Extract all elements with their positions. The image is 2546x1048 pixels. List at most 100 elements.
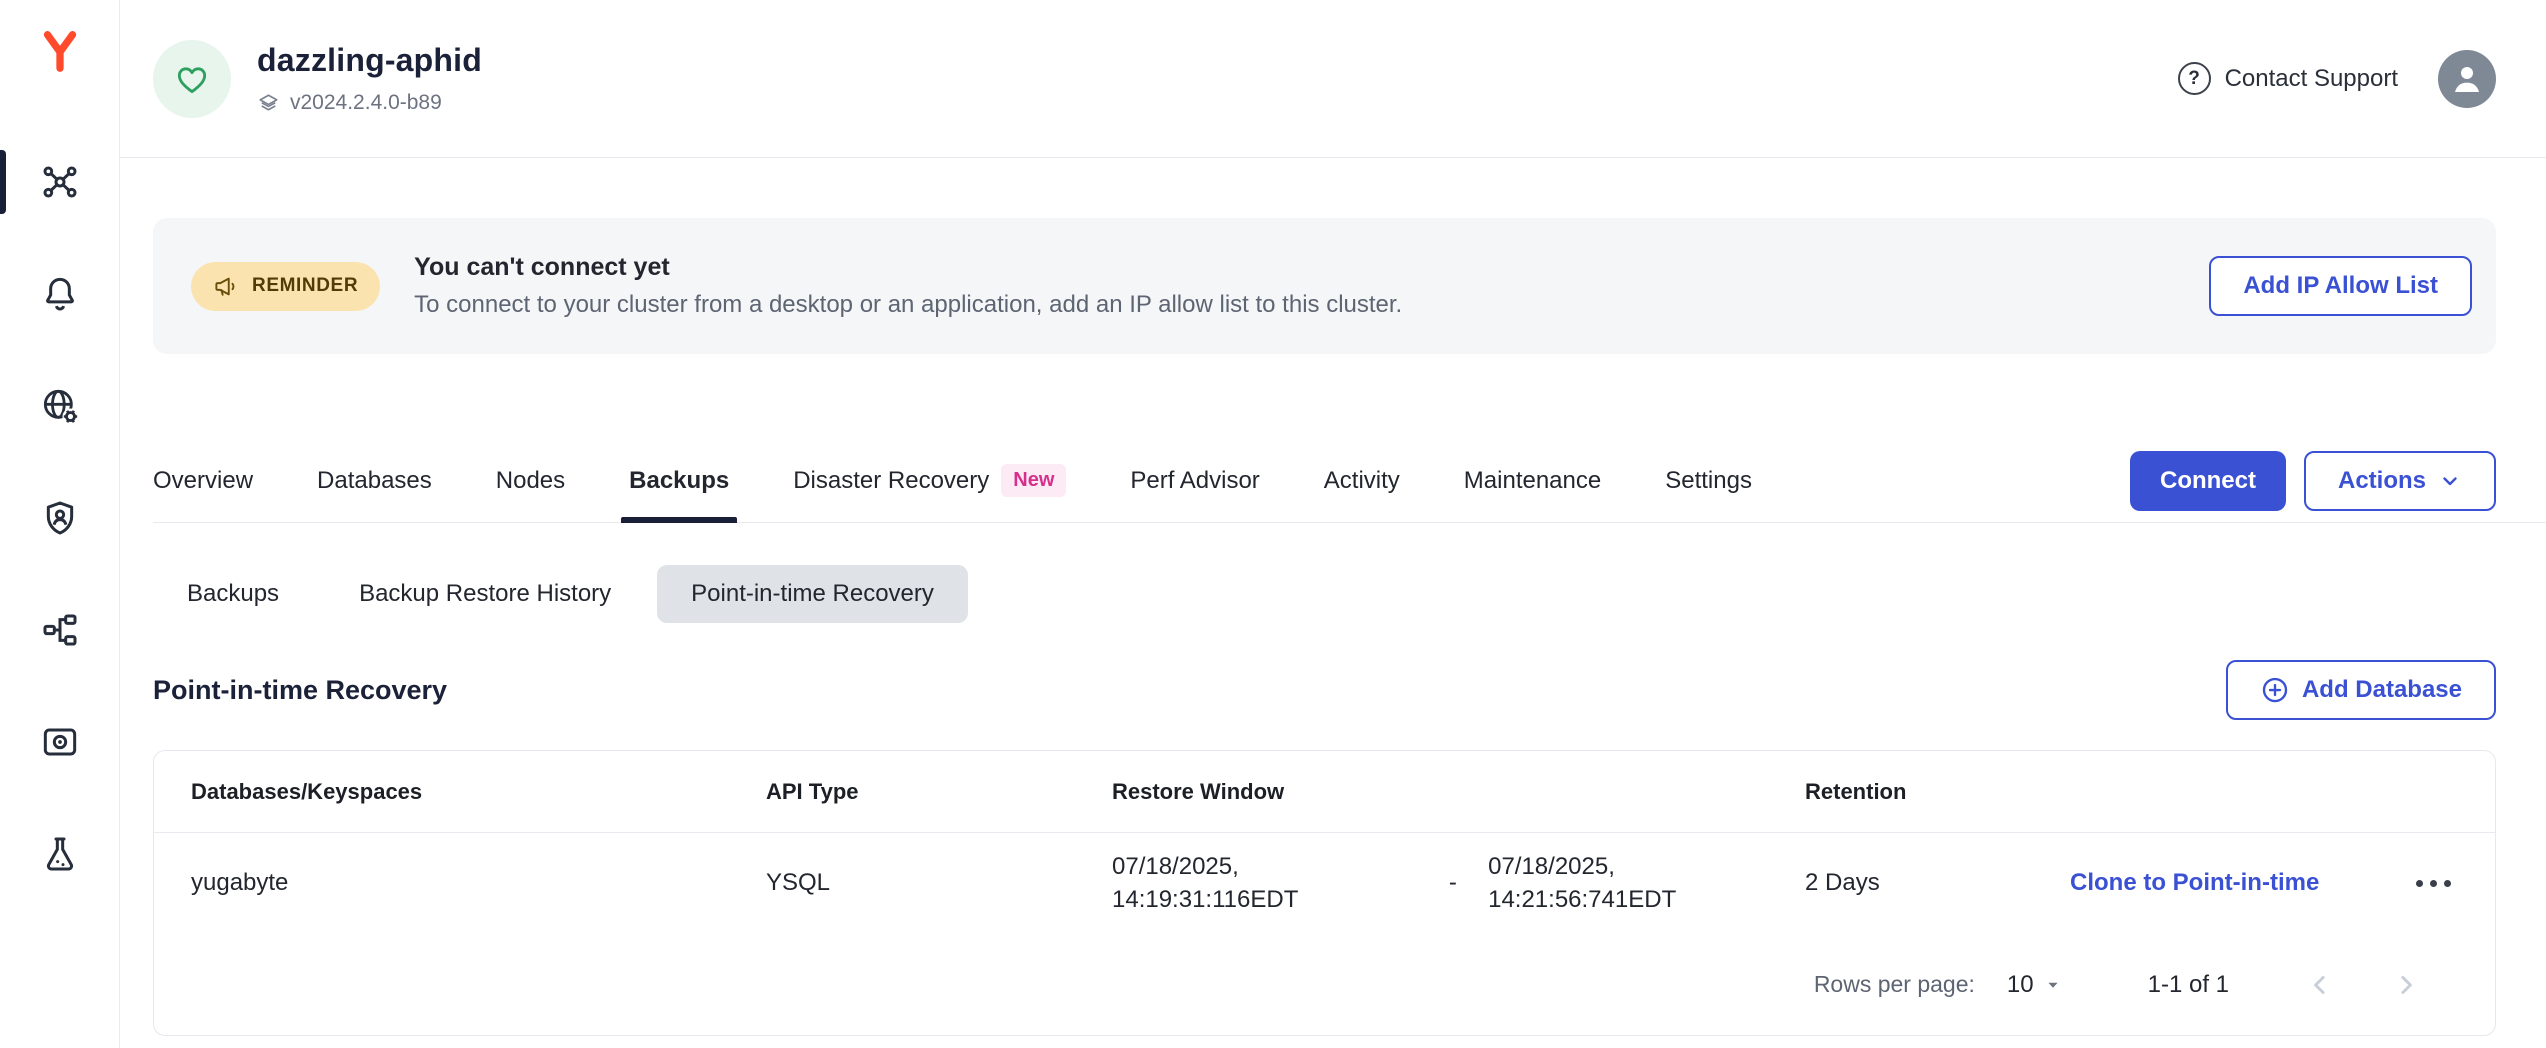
- sidebar-item-alerts[interactable]: [28, 262, 92, 326]
- tab-nodes[interactable]: Nodes: [496, 439, 565, 523]
- header-right: ? Contact Support: [2178, 50, 2496, 108]
- add-database-label: Add Database: [2302, 676, 2462, 704]
- restore-from-date: 07/18/2025,: [1112, 850, 1429, 883]
- tab-databases[interactable]: Databases: [317, 439, 432, 523]
- heart-icon: [172, 59, 212, 99]
- restore-window-to: 07/18/2025, 14:21:56:741EDT: [1488, 850, 1805, 916]
- column-header-databases: Databases/Keyspaces: [191, 779, 766, 805]
- megaphone-icon: [213, 273, 240, 300]
- yugabyte-logo[interactable]: [37, 28, 83, 74]
- sidebar-active-indicator: [0, 150, 6, 214]
- tab-settings[interactable]: Settings: [1665, 439, 1752, 523]
- tab-label: Perf Advisor: [1130, 467, 1259, 495]
- cluster-version: v2024.2.4.0-b89: [290, 91, 442, 115]
- sidebar-nav: [28, 150, 92, 886]
- actions-button-label: Actions: [2338, 467, 2426, 495]
- pitr-table-card: Databases/Keyspaces API Type Restore Win…: [153, 750, 2496, 1036]
- workflow-icon: [40, 610, 80, 650]
- row-menu-button[interactable]: [2410, 868, 2457, 899]
- restore-to-time: 14:21:56:741EDT: [1488, 883, 1805, 916]
- cell-database: yugabyte: [191, 869, 766, 897]
- select-arrow-icon: [2042, 974, 2064, 996]
- tab-label: Maintenance: [1464, 467, 1601, 495]
- cluster-title-block: dazzling-aphid v2024.2.4.0-b89: [257, 42, 482, 115]
- chevron-left-icon: [2305, 970, 2335, 1000]
- chevron-right-icon: [2391, 970, 2421, 1000]
- table-header-row: Databases/Keyspaces API Type Restore Win…: [154, 751, 2495, 833]
- clone-to-point-in-time-link[interactable]: Clone to Point-in-time: [2070, 869, 2319, 897]
- tab-label: Databases: [317, 467, 432, 495]
- restore-window-from: 07/18/2025, 14:19:31:116EDT: [1112, 850, 1429, 916]
- cluster-tabs: Overview Databases Nodes Backups Disaste…: [153, 439, 2546, 523]
- cell-actions: Clone to Point-in-time: [2070, 868, 2457, 899]
- banner-text: You can't connect yet To connect to your…: [414, 253, 1402, 319]
- sidebar-item-integrations[interactable]: [28, 598, 92, 662]
- tab-maintenance[interactable]: Maintenance: [1464, 439, 1601, 523]
- sidebar-item-monitoring[interactable]: [28, 710, 92, 774]
- cell-retention: 2 Days: [1805, 869, 2070, 897]
- shield-person-icon: [40, 498, 80, 538]
- chevron-down-icon: [2438, 469, 2462, 493]
- tab-label: Nodes: [496, 467, 565, 495]
- column-header-restore-window: Restore Window: [1112, 779, 1805, 805]
- help-icon: ?: [2178, 62, 2211, 95]
- monitor-eye-icon: [40, 722, 80, 762]
- cluster-version-row: v2024.2.4.0-b89: [257, 91, 482, 115]
- banner-subtitle: To connect to your cluster from a deskto…: [414, 291, 1402, 319]
- subtab-backups[interactable]: Backups: [153, 565, 313, 623]
- globe-gear-icon: [40, 386, 80, 426]
- cluster-name: dazzling-aphid: [257, 42, 482, 79]
- tab-overview[interactable]: Overview: [153, 439, 253, 523]
- column-header-api-type: API Type: [766, 779, 1112, 805]
- next-page-button[interactable]: [2385, 964, 2427, 1006]
- section-header: Point-in-time Recovery Add Database: [153, 661, 2496, 719]
- rows-per-page-value: 10: [2007, 971, 2034, 999]
- banner-title: You can't connect yet: [414, 253, 1402, 282]
- contact-support-link[interactable]: ? Contact Support: [2178, 62, 2398, 95]
- flask-icon: [40, 834, 80, 874]
- reminder-badge: REMINDER: [191, 262, 380, 311]
- tab-backups[interactable]: Backups: [629, 439, 729, 523]
- app-root: dazzling-aphid v2024.2.4.0-b89 ? Contact…: [0, 0, 2546, 1048]
- add-ip-allow-list-button[interactable]: Add IP Allow List: [2209, 256, 2472, 316]
- tab-label: Overview: [153, 467, 253, 495]
- cluster-header: dazzling-aphid v2024.2.4.0-b89 ? Contact…: [120, 0, 2546, 158]
- rows-per-page-select[interactable]: 10: [2007, 971, 2064, 999]
- sidebar-item-clusters[interactable]: [28, 150, 92, 214]
- table-row: yugabyte YSQL 07/18/2025, 14:19:31:116ED…: [154, 833, 2495, 933]
- subtab-point-in-time-recovery[interactable]: Point-in-time Recovery: [657, 565, 968, 623]
- tab-disaster-recovery[interactable]: Disaster Recovery New: [793, 439, 1066, 523]
- sidebar-item-security[interactable]: [28, 486, 92, 550]
- restore-to-date: 07/18/2025,: [1488, 850, 1805, 883]
- add-database-button[interactable]: Add Database: [2226, 660, 2496, 720]
- pagination-range: 1-1 of 1: [2148, 971, 2229, 999]
- sidebar-item-labs[interactable]: [28, 822, 92, 886]
- tab-perf-advisor[interactable]: Perf Advisor: [1130, 439, 1259, 523]
- new-badge: New: [1001, 464, 1066, 497]
- tab-activity[interactable]: Activity: [1324, 439, 1400, 523]
- yugabyte-logo-icon: [37, 28, 83, 74]
- user-icon: [2447, 59, 2487, 99]
- previous-page-button[interactable]: [2299, 964, 2341, 1006]
- column-header-retention: Retention: [1805, 779, 2070, 805]
- table-pagination: Rows per page: 10 1-1 of 1: [154, 933, 2495, 1036]
- main-content: dazzling-aphid v2024.2.4.0-b89 ? Contact…: [120, 0, 2546, 1048]
- cell-api-type: YSQL: [766, 869, 1112, 897]
- layers-icon: [257, 92, 280, 115]
- restore-window-separator: -: [1449, 869, 1468, 897]
- cell-restore-window: 07/18/2025, 14:19:31:116EDT - 07/18/2025…: [1112, 850, 1805, 916]
- contact-support-label: Contact Support: [2225, 65, 2398, 93]
- sidebar-item-network[interactable]: [28, 374, 92, 438]
- backups-subtabs: Backups Backup Restore History Point-in-…: [153, 565, 2496, 623]
- user-avatar[interactable]: [2438, 50, 2496, 108]
- subtab-backup-restore-history[interactable]: Backup Restore History: [325, 565, 645, 623]
- tab-label: Backups: [629, 467, 729, 495]
- connect-button[interactable]: Connect: [2130, 451, 2286, 511]
- rows-per-page-label: Rows per page:: [1814, 971, 1975, 998]
- sidebar: [0, 0, 120, 1048]
- tab-label: Disaster Recovery: [793, 467, 989, 495]
- cluster-health-icon: [153, 40, 231, 118]
- plus-circle-icon: [2260, 675, 2290, 705]
- restore-from-time: 14:19:31:116EDT: [1112, 883, 1429, 916]
- actions-button[interactable]: Actions: [2304, 451, 2496, 511]
